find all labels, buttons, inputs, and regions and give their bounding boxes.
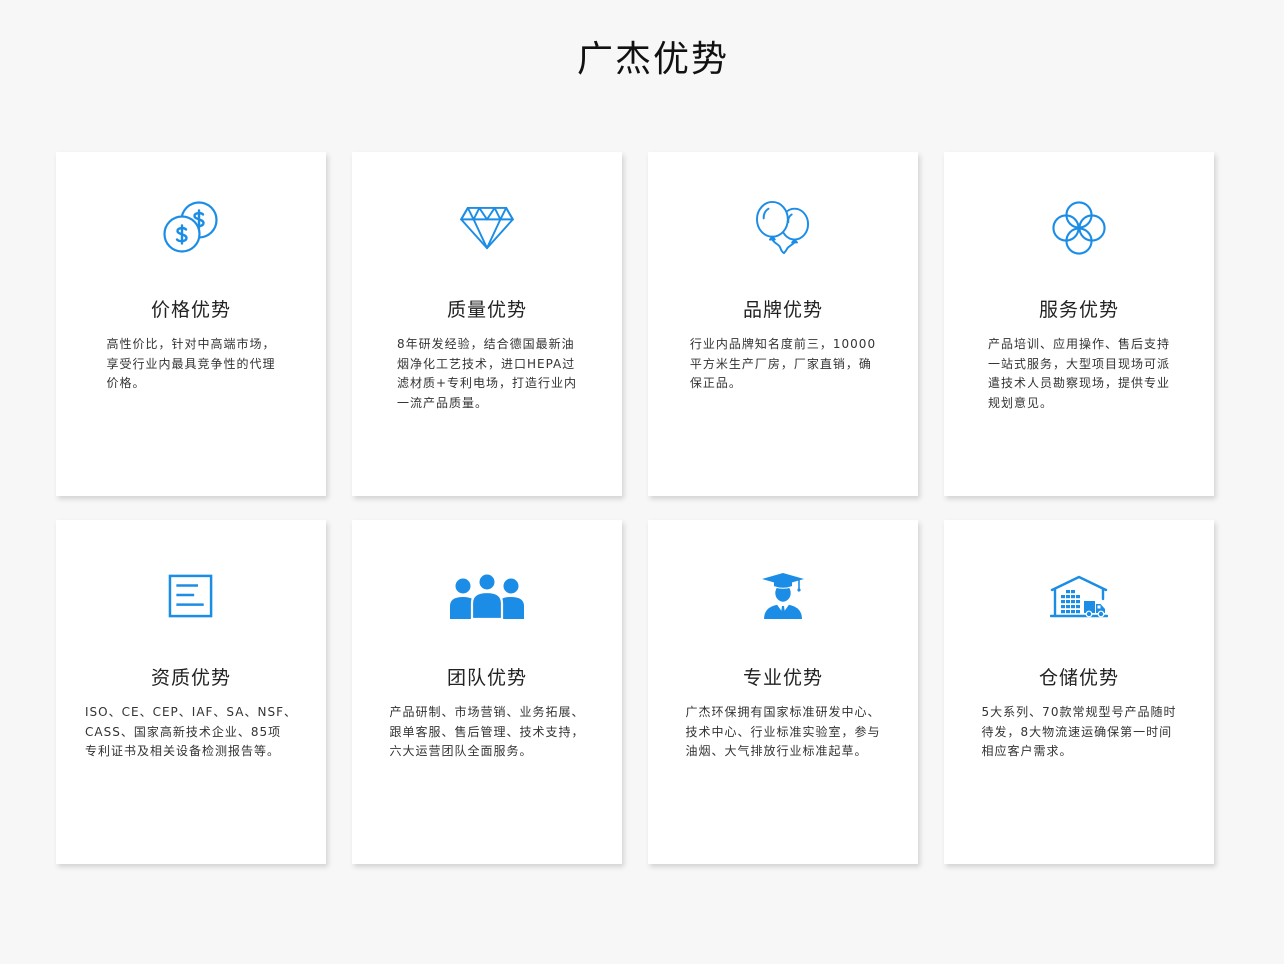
graduate-icon: [762, 573, 804, 619]
description-line: 一站式服务，大型项目现场可派: [987, 356, 1170, 371]
description-line: 8年研发经验，结合德国最新油: [396, 337, 575, 351]
team-icon: [450, 573, 524, 619]
card-title: 服务优势: [1038, 299, 1119, 321]
card-icon: [1034, 568, 1124, 624]
description-line: 产品研制、市场营销、业务拓展、: [389, 705, 585, 719]
warehouse-truck-icon: [1050, 575, 1108, 618]
description-line: 规划意见。: [987, 395, 1053, 410]
card-title: 仓储优势: [1038, 667, 1119, 689]
description-line: 相应客户需求。: [981, 744, 1073, 758]
description-line: 5大系列、70款常规型号产品随时: [981, 705, 1177, 719]
description-line: 价格。: [106, 376, 146, 390]
description-line: CASS、国家高新技术企业、85项: [85, 724, 282, 739]
card-title: 资质优势: [150, 667, 231, 689]
card-title: 价格优势: [150, 299, 231, 321]
advantage-card-team: 团队优势 产品研制、市场营销、业务拓展、 跟单客服、售后管理、技术支持， 六大运…: [352, 520, 622, 864]
description-line: 待发，8大物流速运确保第一时间: [981, 724, 1173, 739]
description-line: 技术中心、行业标准实验室，参与: [685, 724, 881, 739]
description-line: 高性价比，针对中高端市场，: [106, 337, 276, 351]
description-line: 跟单客服、售后管理、技术支持，: [389, 724, 585, 739]
advantage-card-warehouse: 仓储优势 5大系列、70款常规型号产品随时 待发，8大物流速运确保第一时间 相应…: [944, 520, 1214, 864]
card-description: 高性价比，针对中高端市场， 享受行业内最具竞争性的代理 价格。: [106, 335, 275, 394]
coins-icon: [163, 201, 218, 253]
card-title: 质量优势: [446, 299, 527, 321]
card-icon: [442, 200, 532, 256]
advantage-card-professional: 专业优势 广杰环保拥有国家标准研发中心、 技术中心、行业标准实验室，参与 油烟、…: [648, 520, 918, 864]
card-description: ISO、CE、CEP、IAF、SA、NSF、 CASS、国家高新技术企业、85项…: [85, 703, 297, 762]
description-line: 广杰环保拥有国家标准研发中心、: [685, 705, 881, 719]
advantage-card-qualification: 资质优势 ISO、CE、CEP、IAF、SA、NSF、 CASS、国家高新技术企…: [56, 520, 326, 864]
description-line: 专利证书及相关设备检测报告等。: [85, 744, 281, 758]
card-description: 产品研制、市场营销、业务拓展、 跟单客服、售后管理、技术支持， 六大运营团队全面…: [389, 703, 584, 762]
description-line: 产品培训、应用操作、售后支持: [987, 337, 1170, 351]
description-line: ISO、CE、CEP、IAF、SA、NSF、: [85, 705, 297, 719]
advantage-card-quality: 质量优势 8年研发经验，结合德国最新油 烟净化工艺技术，进口HEPA过 滤材质+…: [352, 152, 622, 496]
advantage-card-price: 价格优势 高性价比，针对中高端市场， 享受行业内最具竞争性的代理 价格。: [56, 152, 326, 496]
advantage-card-service: 服务优势 产品培训、应用操作、售后支持 一站式服务，大型项目现场可派 遣技术人员…: [944, 152, 1214, 496]
description-line: 滤材质+专利电场，打造行业内: [396, 376, 578, 390]
card-description: 行业内品牌知名度前三，10000 平方米生产厂房，厂家直销，确 保正品。: [690, 335, 876, 394]
interlocking-circles-icon: [1052, 201, 1106, 255]
description-line: 遣技术人员勘察现场，提供专业: [987, 376, 1170, 390]
card-description: 广杰环保拥有国家标准研发中心、 技术中心、行业标准实验室，参与 油烟、大气排放行…: [685, 703, 880, 762]
description-line: 保正品。: [689, 376, 742, 390]
card-title: 专业优势: [742, 667, 823, 689]
balloons-icon: [756, 201, 810, 255]
advantage-card-brand: 品牌优势 行业内品牌知名度前三，10000 平方米生产厂房，厂家直销，确 保正品…: [648, 152, 918, 496]
document-icon: [168, 574, 213, 618]
card-description: 5大系列、70款常规型号产品随时 待发，8大物流速运确保第一时间 相应客户需求。: [982, 703, 1177, 762]
description-line: 六大运营团队全面服务。: [389, 744, 533, 758]
page-title: 广杰优势: [576, 39, 729, 80]
card-title: 团队优势: [446, 667, 527, 689]
card-icon: [738, 568, 828, 624]
description-line: 烟净化工艺技术，进口HEPA过: [396, 356, 576, 371]
description-line: 油烟、大气排放行业标准起草。: [685, 744, 868, 758]
card-icon: [146, 200, 236, 256]
description-line: 一流产品质量。: [396, 395, 488, 410]
card-description: 8年研发经验，结合德国最新油 烟净化工艺技术，进口HEPA过 滤材质+专利电场，…: [397, 335, 577, 413]
card-description: 产品培训、应用操作、售后支持 一站式服务，大型项目现场可派 遣技术人员勘察现场，…: [988, 335, 1170, 413]
card-icon: [1034, 200, 1124, 256]
card-icon: [442, 568, 532, 624]
description-line: 平方米生产厂房，厂家直销，确: [689, 356, 872, 371]
diamond-icon: [460, 206, 514, 250]
advantages-grid: 价格优势 高性价比，针对中高端市场， 享受行业内最具竞争性的代理 价格。 质量优…: [56, 152, 1214, 864]
card-icon: [738, 200, 828, 256]
description-line: 行业内品牌知名度前三，10000: [689, 337, 877, 351]
card-icon: [146, 568, 236, 624]
description-line: 享受行业内最具竞争性的代理: [106, 356, 276, 371]
card-title: 品牌优势: [742, 299, 823, 321]
